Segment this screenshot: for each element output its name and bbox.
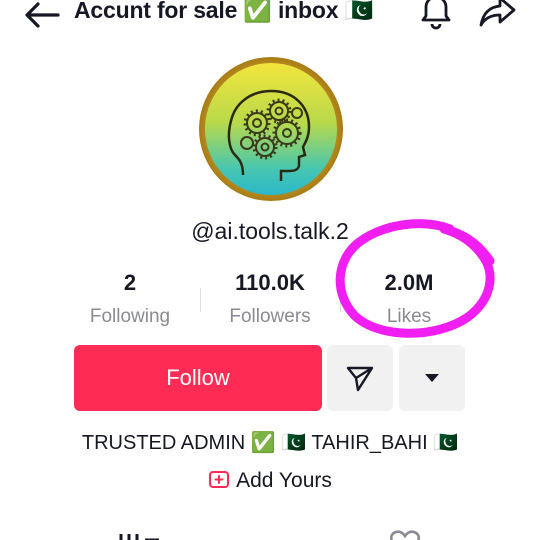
following-label: Following — [89, 306, 171, 327]
videos-tab-icon[interactable] — [117, 528, 163, 540]
profile-bio: TRUSTED ADMIN ✅ 🇵🇰 TAHIR_BAHI 🇵🇰 — [81, 432, 459, 454]
liked-tab-heart-icon[interactable] — [388, 528, 422, 540]
more-options-button[interactable] — [399, 345, 465, 411]
page-title: Accunt for sale ✅ inbox 🇵🇰 — [74, 0, 373, 23]
back-arrow-icon[interactable] — [22, 0, 62, 30]
top-bar: Accunt for sale ✅ inbox 🇵🇰 — [0, 0, 540, 34]
follow-button[interactable]: Follow — [74, 345, 322, 411]
followers-label: Followers — [229, 306, 311, 327]
highlight-circle-annotation — [335, 219, 495, 338]
bell-icon[interactable] — [418, 0, 454, 30]
following-count: 2 — [123, 270, 137, 295]
stat-followers[interactable]: 110.0K Followers — [205, 270, 335, 328]
followers-count: 110.0K — [235, 270, 305, 295]
add-yours-label: Add Yours — [236, 469, 332, 492]
stat-following[interactable]: 2 Following — [65, 270, 195, 328]
send-icon — [346, 366, 374, 392]
share-icon[interactable] — [478, 0, 518, 28]
head-gears-avatar — [205, 63, 337, 195]
caret-down-icon — [425, 374, 439, 382]
stat-divider — [200, 288, 201, 312]
message-button[interactable] — [327, 345, 393, 411]
add-yours-link[interactable]: Add Yours — [0, 468, 540, 493]
add-yours-icon — [208, 468, 230, 490]
avatar[interactable] — [199, 57, 343, 201]
